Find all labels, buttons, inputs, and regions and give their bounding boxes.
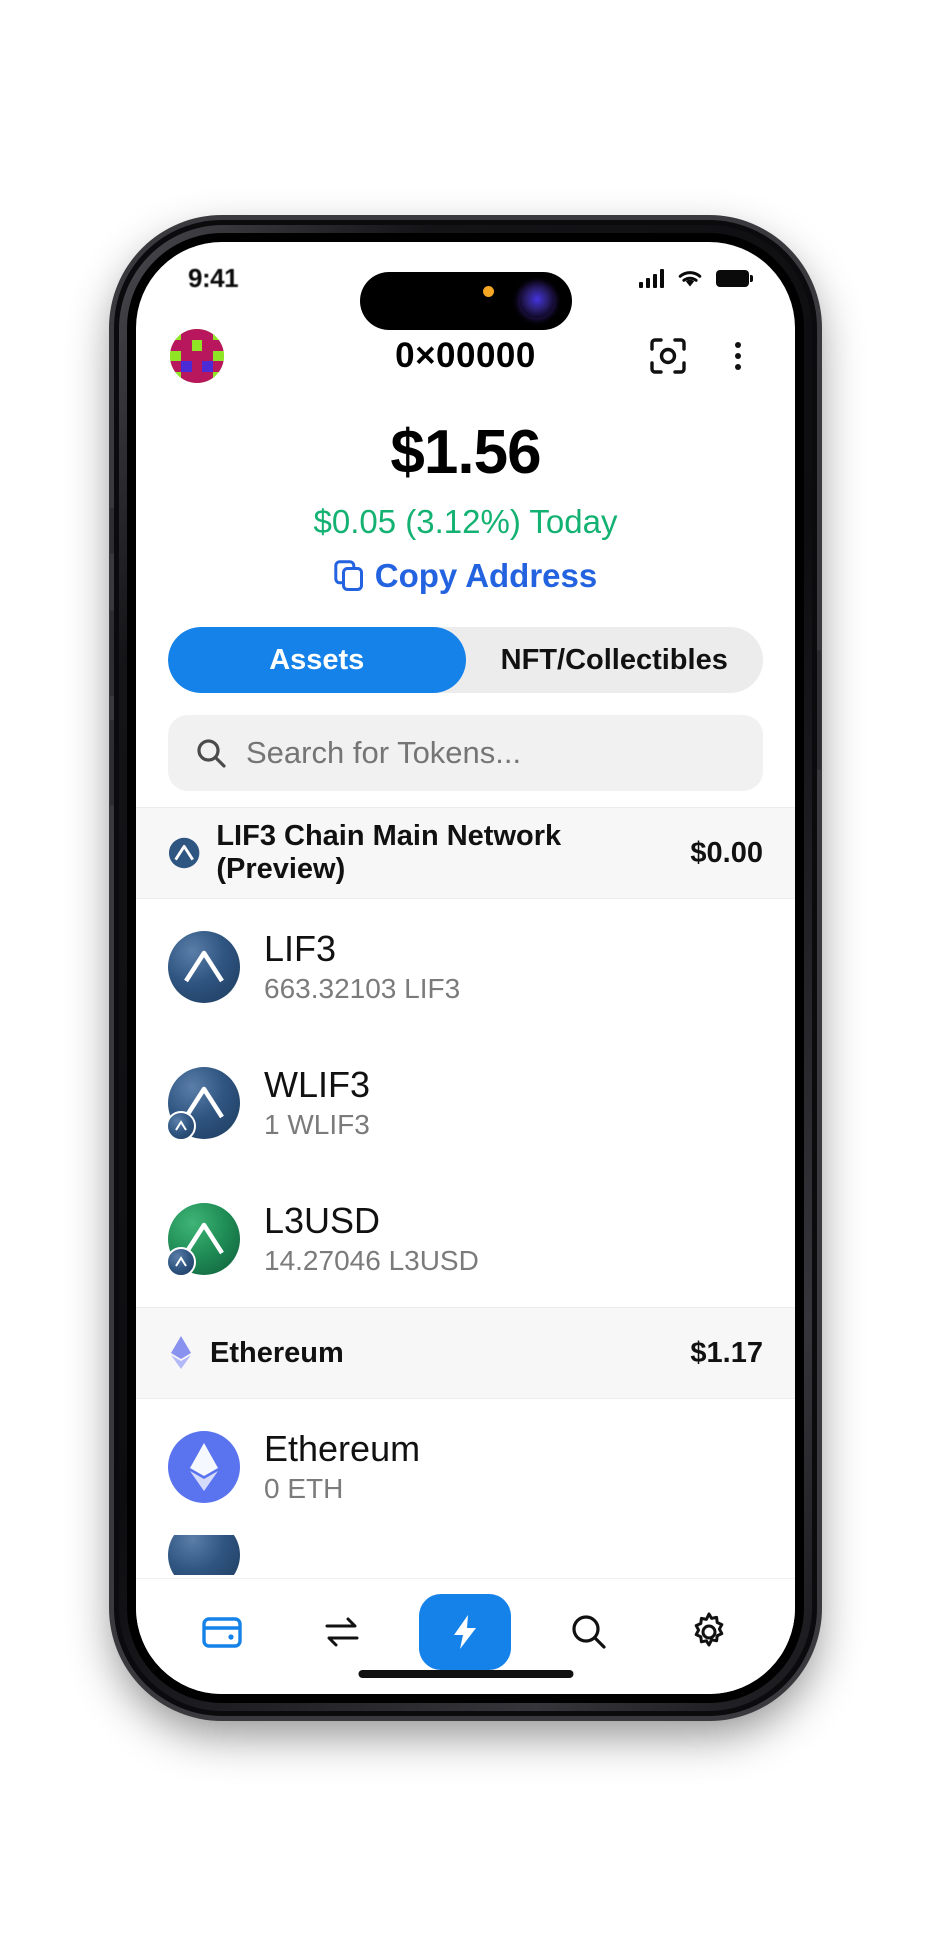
token-amount: 14.27046 L3USD: [264, 1245, 479, 1277]
lightning-icon: [454, 1614, 477, 1649]
wallet-icon: [202, 1616, 242, 1648]
network-badge-icon: [166, 1247, 196, 1278]
phone-device-frame: 9:41 0×00000 $1.56 $0.05 (3.12%) Today C…: [110, 220, 821, 1716]
nav-swap[interactable]: [299, 1596, 385, 1668]
search-icon: [197, 739, 226, 768]
total-balance: $1.56: [390, 418, 541, 487]
power-button[interactable]: [817, 650, 821, 770]
search-input[interactable]: Search for Tokens...: [168, 715, 763, 792]
lif3-network-icon: [168, 837, 200, 869]
phone-screen: 9:41 0×00000 $1.56 $0.05 (3.12%) Today C…: [136, 242, 795, 1694]
search-icon: [572, 1614, 606, 1649]
token-list[interactable]: LIF3 Chain Main Network (Preview) $0.00 …: [136, 807, 795, 1578]
token-name: LIF3: [264, 927, 337, 969]
network-value: $0.00: [690, 836, 763, 869]
header-actions: [645, 333, 761, 379]
cellular-signal-icon: [638, 268, 664, 288]
avatar[interactable]: [170, 329, 224, 383]
ethereum-token-icon: [168, 1431, 240, 1504]
more-options-icon[interactable]: [715, 333, 761, 379]
copy-icon: [334, 560, 363, 592]
mute-switch[interactable]: [110, 508, 114, 554]
search-placeholder: Search for Tokens...: [246, 735, 522, 771]
nav-actions[interactable]: [419, 1593, 512, 1670]
settings-gear-icon: [694, 1612, 724, 1646]
token-row-lif3[interactable]: LIF3 663.32103 LIF3: [136, 899, 795, 1036]
nav-search[interactable]: [546, 1596, 632, 1668]
balance-section: $1.56 $0.05 (3.12%) Today Copy Address: [136, 398, 795, 601]
battery-icon: [716, 269, 753, 287]
scan-qr-icon[interactable]: [645, 333, 691, 379]
ethereum-network-icon: [171, 1336, 191, 1370]
token-name: Ethereum: [264, 1427, 421, 1469]
network-name: Ethereum: [210, 1336, 344, 1369]
token-row-partial[interactable]: [136, 1535, 795, 1576]
swap-icon: [325, 1617, 359, 1646]
lif3-token-icon: [168, 931, 240, 1004]
volume-down-button[interactable]: [110, 720, 114, 806]
status-bar-indicators: [638, 267, 753, 289]
wrapped-badge-icon: [166, 1111, 196, 1142]
l3usd-token-icon: [166, 1203, 240, 1278]
network-value: $1.17: [690, 1336, 763, 1369]
volume-up-button[interactable]: [110, 610, 114, 696]
token-name: WLIF3: [264, 1063, 371, 1105]
wifi-icon: [678, 271, 702, 287]
token-row-ethereum[interactable]: Ethereum 0 ETH: [136, 1399, 795, 1536]
tab-assets-label: Assets: [269, 643, 365, 676]
copy-address-button[interactable]: Copy Address: [136, 557, 795, 595]
privacy-indicator-icon: [482, 286, 494, 297]
tab-nft-collectibles[interactable]: NFT/Collectibles: [466, 627, 764, 693]
partial-token-icon: [168, 1535, 240, 1576]
home-indicator[interactable]: [358, 1670, 573, 1678]
screenshot-stage: 9:41 0×00000 $1.56 $0.05 (3.12%) Today C…: [0, 0, 931, 1936]
front-camera-icon: [519, 284, 554, 318]
dynamic-island: [359, 272, 572, 330]
wlif3-token-icon: [166, 1067, 240, 1142]
token-row-l3usd[interactable]: L3USD 14.27046 L3USD: [136, 1171, 795, 1308]
token-amount: 0 ETH: [264, 1473, 344, 1505]
network-header-ethereum[interactable]: Ethereum $1.17: [136, 1307, 795, 1400]
nav-wallet[interactable]: [179, 1596, 265, 1668]
copy-address-label: Copy Address: [374, 557, 598, 595]
token-row-wlif3[interactable]: WLIF3 1 WLIF3: [136, 1035, 795, 1172]
token-amount: 1 WLIF3: [264, 1109, 370, 1141]
token-name: L3USD: [264, 1199, 381, 1241]
status-bar-time: 9:41: [188, 262, 239, 293]
asset-tabs: Assets NFT/Collectibles: [168, 627, 764, 694]
tab-nft-label: NFT/Collectibles: [500, 643, 728, 676]
tab-assets[interactable]: Assets: [168, 627, 466, 694]
nav-settings[interactable]: [666, 1596, 752, 1668]
token-amount: 663.32103 LIF3: [264, 973, 461, 1005]
balance-change: $0.05 (3.12%) Today: [313, 503, 618, 541]
network-name: LIF3 Chain Main Network (Preview): [216, 820, 562, 886]
network-header-lif3[interactable]: LIF3 Chain Main Network (Preview) $0.00: [136, 807, 795, 900]
